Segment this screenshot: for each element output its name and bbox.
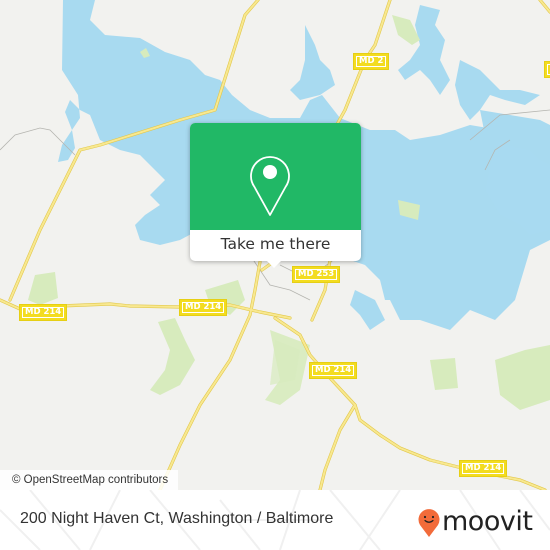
road-shield-md214-southeast: MD 214 (460, 461, 507, 476)
popup-pointer (265, 259, 283, 268)
road-shield-md214-center: MD 214 (180, 300, 227, 315)
road-shield-md253: MD 253 (293, 267, 340, 282)
map[interactable]: MD 2 MD 2 MD 253 MD 214 MD 214 MD 214 MD… (0, 0, 550, 490)
map-pin-icon (250, 156, 290, 216)
location-popup[interactable]: Take me there (190, 123, 361, 268)
moovit-pin-smile-icon (418, 509, 440, 537)
map-attribution[interactable]: © OpenStreetMap contributors (0, 470, 179, 490)
popup-header (190, 123, 361, 230)
road-shield-md2: MD 2 (354, 54, 389, 69)
moovit-logo: moovit (442, 506, 533, 537)
road-shield-md214-east: MD 214 (310, 363, 357, 378)
address-text: 200 Night Haven Ct, Washington / Baltimo… (20, 510, 334, 527)
take-me-there-button[interactable]: Take me there (190, 230, 361, 261)
road-shield-md214-west: MD 214 (20, 305, 67, 320)
footer: 200 Night Haven Ct, Washington / Baltimo… (0, 490, 550, 550)
road-shield-md2-edge: MD 2 (545, 62, 550, 77)
